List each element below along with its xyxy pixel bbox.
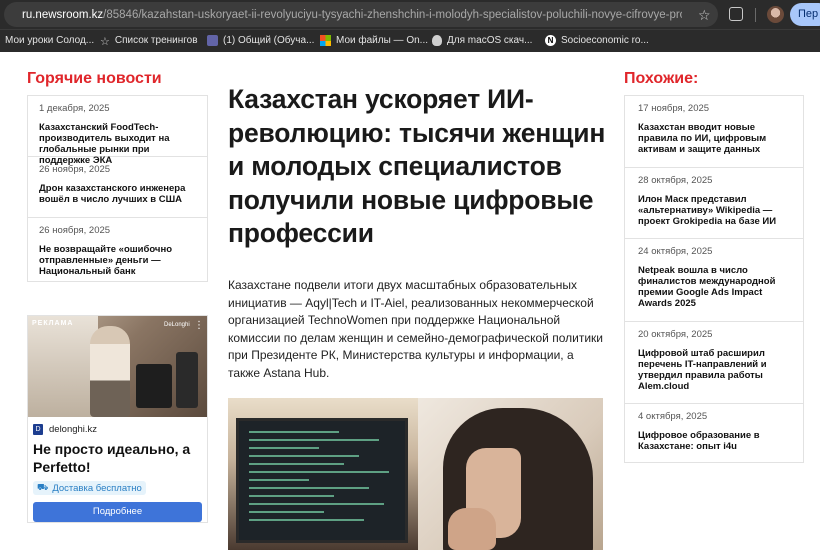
code-line: [249, 495, 334, 497]
news-item[interactable]: 1 декабря, 2025 Казахстанский FoodTech-п…: [28, 96, 207, 166]
address-bar[interactable]: ru.newsroom.kz/85846/kazahstan-uskoryaet…: [4, 2, 718, 27]
free-delivery-badge: ⛟ Доставка бесплатно: [33, 481, 146, 495]
extensions-icon[interactable]: [729, 7, 743, 21]
ad-image-person: [90, 326, 130, 417]
code-line: [249, 519, 364, 521]
related-title: Похожие:: [624, 70, 699, 87]
article-lead: Казахстане подвели итоги двух масштабных…: [228, 278, 603, 380]
bookmark-item[interactable]: Для macOS скач...: [432, 35, 532, 46]
image-person-hand: [448, 508, 496, 550]
bookmark-item[interactable]: N Socioeconomic ro...: [545, 35, 649, 46]
image-monitor: [228, 398, 418, 550]
ad-brand-mark: DeLonghi: [164, 322, 190, 328]
bookmark-label: Для macOS скач...: [447, 35, 533, 46]
alien-icon: [432, 35, 442, 46]
news-title[interactable]: Илон Маск представил «альтернативу» Wiki…: [638, 194, 793, 227]
code-line: [249, 511, 324, 513]
code-line: [249, 431, 339, 433]
news-item[interactable]: 28 октября, 2025 Илон Маск представил «а…: [625, 168, 803, 239]
news-title[interactable]: Цифровой штаб расширил перечень IT-напра…: [638, 348, 793, 392]
code-line: [249, 471, 389, 473]
ad-image[interactable]: РЕКЛАМА DeLonghi ⋮: [28, 316, 207, 417]
code-line: [249, 455, 359, 457]
url-host: ru.newsroom.kz: [22, 8, 104, 21]
bookmark-label: Мои файлы — On...: [336, 35, 428, 46]
badge-label: Доставка бесплатно: [52, 482, 142, 494]
ad-image-coffee-machine: [176, 352, 198, 408]
news-item[interactable]: 4 октября, 2025 Цифровое образование в К…: [625, 404, 803, 462]
news-date: 28 октября, 2025: [638, 175, 713, 186]
news-title[interactable]: Дрон казахстанского инженера вошёл в чис…: [39, 183, 197, 205]
related-list: 17 ноября, 2025 Казахстан вводит новые п…: [624, 95, 804, 463]
news-item[interactable]: 20 октября, 2025 Цифровой штаб расширил …: [625, 322, 803, 404]
toolbar-divider: [755, 8, 756, 22]
advertisement[interactable]: РЕКЛАМА DeLonghi ⋮ D delonghi.kz Не прос…: [27, 315, 208, 523]
ad-headline[interactable]: Не просто идеально, а Perfetto!: [33, 440, 205, 476]
bookmark-item[interactable]: Мои файлы — On...: [320, 35, 428, 46]
delonghi-logo-icon: D: [33, 424, 43, 435]
article-image: [228, 398, 603, 550]
code-line: [249, 439, 379, 441]
bookmark-item[interactable]: Мои уроки Солод...: [5, 35, 94, 46]
image-screen: [236, 418, 408, 543]
browser-toolbar: ru.newsroom.kz/85846/kazahstan-uskoryaet…: [0, 0, 820, 29]
ad-label: РЕКЛАМА: [32, 320, 74, 327]
truck-icon: ⛟: [37, 482, 49, 492]
notion-icon: N: [545, 35, 556, 46]
news-item[interactable]: 24 октября, 2025 Netpeak вошла в число ф…: [625, 239, 803, 322]
code-line: [249, 463, 344, 465]
ad-source-label: delonghi.kz: [49, 424, 98, 435]
more-options-icon[interactable]: ⋮: [194, 320, 204, 331]
bookmark-star-icon[interactable]: ☆: [698, 7, 711, 24]
ad-image-coffee-machine: [136, 364, 172, 408]
bookmark-item[interactable]: (1) Общий (Обуча...: [207, 35, 314, 46]
news-item[interactable]: 17 ноября, 2025 Казахстан вводит новые п…: [625, 96, 803, 168]
news-date: 20 октября, 2025: [638, 329, 713, 340]
page-content: Горячие новости 1 декабря, 2025 Казахста…: [0, 52, 820, 550]
translate-button[interactable]: Пер: [790, 3, 820, 26]
ad-more-button[interactable]: Подробнее: [33, 502, 202, 522]
star-icon: ☆: [100, 36, 110, 48]
code-line: [249, 447, 319, 449]
bookmarks-bar: Мои уроки Солод... ☆ Список тренингов (1…: [0, 29, 820, 52]
news-date: 4 октября, 2025: [638, 411, 708, 422]
bookmark-label: Список тренингов: [114, 35, 198, 46]
url-path: /85846/kazahstan-uskoryaet-ii-revolyuciy…: [103, 8, 682, 21]
bookmark-label: Socioeconomic ro...: [561, 35, 649, 46]
news-title[interactable]: Не возвращайте «ошибочно отправленные» д…: [39, 244, 197, 277]
ad-source[interactable]: D delonghi.kz: [33, 424, 97, 435]
news-date: 26 ноября, 2025: [39, 225, 111, 236]
news-title[interactable]: Netpeak вошла в число финалистов междуна…: [638, 265, 793, 309]
url-text: ru.newsroom.kz/85846/kazahstan-uskoryaet…: [22, 9, 682, 21]
news-date: 26 ноября, 2025: [39, 164, 111, 175]
hot-news-list: 1 декабря, 2025 Казахстанский FoodTech-п…: [27, 95, 208, 282]
code-line: [249, 487, 369, 489]
bookmark-label: (1) Общий (Обуча...: [223, 35, 315, 46]
news-date: 1 декабря, 2025: [39, 103, 110, 114]
teams-icon: [207, 35, 218, 46]
bookmark-item[interactable]: ☆ Список тренингов: [100, 35, 198, 48]
code-line: [249, 503, 384, 505]
profile-avatar[interactable]: [767, 6, 784, 23]
news-title[interactable]: Казахстан вводит новые правила по ИИ, ци…: [638, 122, 793, 155]
news-item[interactable]: 26 ноября, 2025 Не возвращайте «ошибочно…: [28, 218, 207, 281]
hot-news-title: Горячие новости: [27, 70, 162, 87]
microsoft-icon: [320, 35, 331, 46]
news-title[interactable]: Цифровое образование в Казахстане: опыт …: [638, 430, 793, 452]
news-item[interactable]: 26 ноября, 2025 Дрон казахстанского инже…: [28, 157, 207, 218]
news-date: 17 ноября, 2025: [638, 103, 710, 114]
article-title: Казахстан ускоряет ИИ-революцию: тысячи …: [228, 84, 606, 248]
ad-image-window: [28, 316, 98, 417]
news-date: 24 октября, 2025: [638, 246, 713, 257]
code-line: [249, 479, 309, 481]
bookmark-label: Мои уроки Солод...: [5, 35, 95, 46]
